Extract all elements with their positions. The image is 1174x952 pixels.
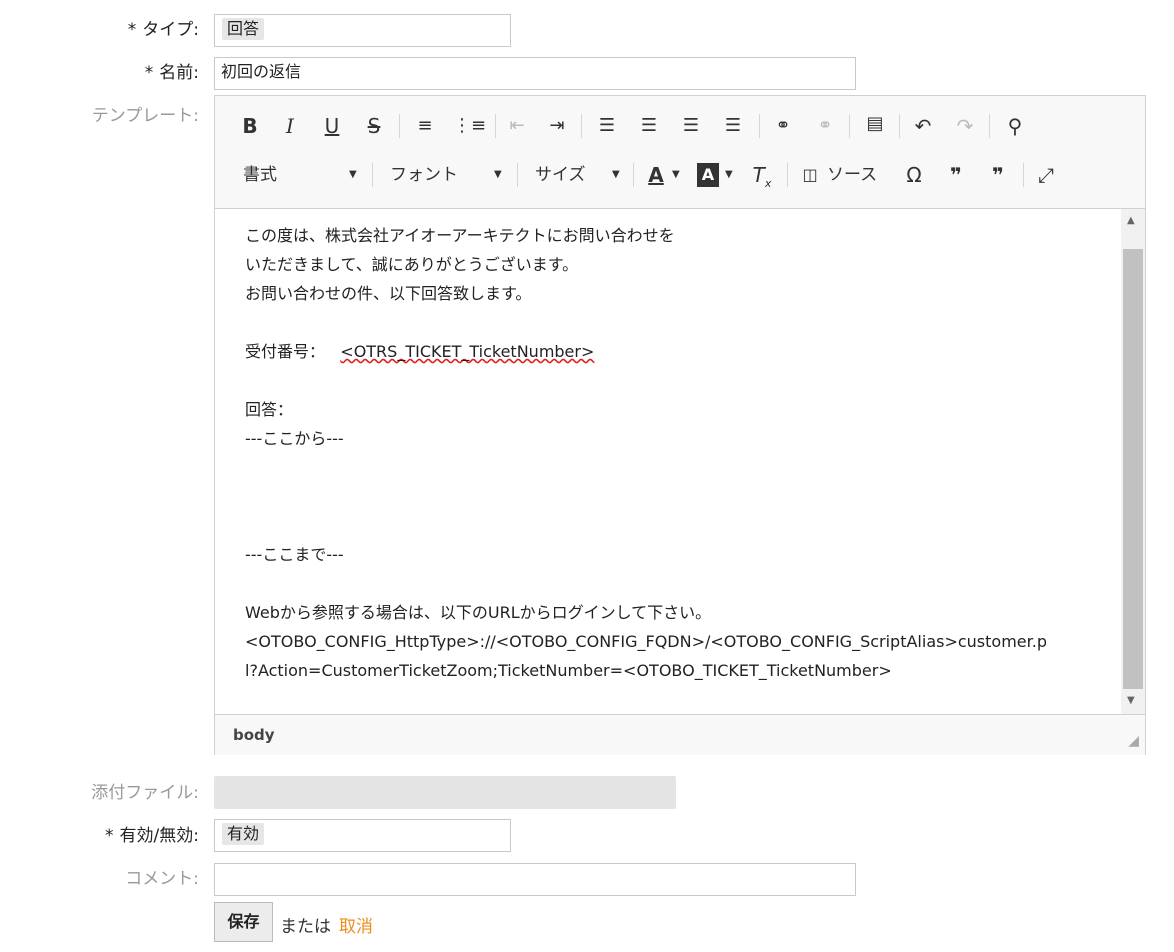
- comment-input[interactable]: [214, 863, 856, 896]
- toolbar-separator: [495, 114, 496, 138]
- chevron-down-icon: ▼: [349, 169, 357, 180]
- name-input[interactable]: 初回の返信: [214, 57, 856, 90]
- toolbar-separator: [633, 163, 634, 187]
- undo-icon[interactable]: ↶: [909, 114, 937, 138]
- editor-status-bar: body ◢: [215, 714, 1145, 755]
- scroll-down-icon[interactable]: ▼: [1127, 695, 1135, 706]
- special-char-icon[interactable]: Ω: [901, 163, 927, 187]
- toolbar-separator: [581, 114, 582, 138]
- toolbar-separator: [1023, 163, 1024, 187]
- text-color-icon[interactable]: A: [645, 163, 667, 187]
- increase-indent-icon[interactable]: ⇥: [543, 114, 571, 138]
- size-dropdown[interactable]: サイズ: [535, 163, 586, 187]
- type-select[interactable]: 回答: [214, 14, 511, 47]
- required-mark: *: [144, 63, 154, 83]
- or-text: または: [280, 917, 331, 937]
- align-right-icon[interactable]: ☰: [677, 114, 705, 138]
- justify-icon[interactable]: ☰: [719, 114, 747, 138]
- validity-label: * 有効/無効:: [105, 826, 199, 846]
- toolbar-separator: [399, 114, 400, 138]
- background-color-icon[interactable]: A: [697, 163, 719, 187]
- content-line: ---ここまで---: [245, 545, 344, 564]
- blockquote-icon[interactable]: ❞: [943, 163, 969, 187]
- content-line: お問い合わせの件、以下回答致します。: [245, 284, 532, 303]
- align-center-icon[interactable]: ☰: [635, 114, 663, 138]
- redo-icon[interactable]: ↷: [951, 114, 979, 138]
- type-label: * タイプ:: [127, 20, 199, 40]
- chevron-down-icon: ▼: [612, 169, 620, 180]
- unlink-icon[interactable]: ⚭: [811, 114, 839, 138]
- numbered-list-icon[interactable]: ≡: [411, 114, 439, 138]
- attachment-upload-field[interactable]: [214, 776, 676, 809]
- remove-blockquote-icon[interactable]: ❞: [985, 163, 1011, 187]
- editor-scrollbar[interactable]: ▲ ▼: [1121, 209, 1145, 714]
- scrollbar-thumb[interactable]: [1123, 249, 1143, 689]
- ticket-number-line: 受付番号： <OTRS_TICKET_TicketNumber>: [245, 342, 595, 361]
- content-line: 回答：: [245, 400, 294, 419]
- toolbar-separator: [899, 114, 900, 138]
- template-label: テンプレート:: [91, 106, 199, 126]
- toolbar-separator: [372, 163, 373, 187]
- italic-button[interactable]: I: [277, 114, 303, 138]
- toolbar-separator: [989, 114, 990, 138]
- comment-input-value: [215, 868, 221, 887]
- validity-selected-value: 有効: [222, 823, 265, 845]
- name-input-value: 初回の返信: [221, 62, 302, 81]
- editor-toolbar: B I U S ≡ ⋮≡ ⇤ ⇥ ☰ ☰ ☰ ☰ ⚭ ⚭ ▤ ↶ ↷ ⚲ 書式 …: [215, 96, 1145, 209]
- content-line: いただきまして、誠にありがとうございます。: [245, 255, 579, 274]
- cancel-link[interactable]: 取消: [339, 912, 373, 937]
- content-line: ---ここから---: [245, 429, 344, 448]
- font-dropdown[interactable]: フォント: [390, 163, 458, 187]
- decrease-indent-icon[interactable]: ⇤: [503, 114, 531, 138]
- format-dropdown[interactable]: 書式: [243, 163, 277, 187]
- link-icon[interactable]: ⚭: [769, 114, 797, 138]
- comment-label: コメント:: [125, 869, 199, 889]
- name-label: * 名前:: [144, 63, 199, 83]
- underline-button[interactable]: U: [319, 114, 345, 138]
- toolbar-separator: [849, 114, 850, 138]
- bold-button[interactable]: B: [237, 114, 263, 138]
- ticket-number-tag: <OTRS_TICKET_TicketNumber>: [340, 342, 595, 361]
- search-icon[interactable]: ⚲: [1001, 114, 1029, 138]
- content-line: <OTOBO_CONFIG_HttpType>://<OTOBO_CONFIG_…: [245, 632, 1047, 651]
- rich-text-editor: B I U S ≡ ⋮≡ ⇤ ⇥ ☰ ☰ ☰ ☰ ⚭ ⚭ ▤ ↶ ↷ ⚲ 書式 …: [214, 95, 1146, 755]
- strikethrough-button[interactable]: S: [361, 114, 387, 138]
- validity-select[interactable]: 有効: [214, 819, 511, 852]
- toolbar-separator: [787, 163, 788, 187]
- chevron-down-icon: ▼: [494, 169, 502, 180]
- required-mark: *: [105, 826, 114, 846]
- content-line: この度は、株式会社アイオーアーキテクトにお問い合わせを: [245, 226, 675, 245]
- toolbar-separator: [759, 114, 760, 138]
- type-selected-value: 回答: [222, 18, 265, 40]
- required-mark: *: [127, 20, 137, 40]
- remove-format-icon[interactable]: Tx: [749, 163, 775, 196]
- toolbar-separator: [517, 163, 518, 187]
- resize-handle-icon[interactable]: ◢: [1128, 733, 1139, 749]
- save-button[interactable]: 保存: [214, 902, 273, 942]
- source-button-label[interactable]: ソース: [827, 163, 877, 187]
- element-path[interactable]: body: [233, 726, 275, 744]
- horizontal-line-icon[interactable]: ▤: [861, 112, 889, 136]
- scroll-up-icon[interactable]: ▲: [1127, 215, 1135, 226]
- editor-content-area[interactable]: この度は、株式会社アイオーアーキテクトにお問い合わせを いただきまして、誠にあり…: [215, 209, 1121, 714]
- attachment-label: 添付ファイル:: [91, 783, 199, 803]
- maximize-icon[interactable]: ⤢: [1033, 163, 1059, 187]
- content-line: l?Action=CustomerTicketZoom;TicketNumber…: [245, 661, 892, 680]
- align-left-icon[interactable]: ☰: [593, 114, 621, 138]
- content-line: Webから参照する場合は、以下のURLからログインして下さい。: [245, 603, 712, 622]
- bulleted-list-icon[interactable]: ⋮≡: [453, 114, 486, 138]
- chevron-down-icon: ▼: [725, 169, 733, 180]
- chevron-down-icon: ▼: [672, 169, 680, 180]
- source-icon[interactable]: ◫: [799, 163, 821, 187]
